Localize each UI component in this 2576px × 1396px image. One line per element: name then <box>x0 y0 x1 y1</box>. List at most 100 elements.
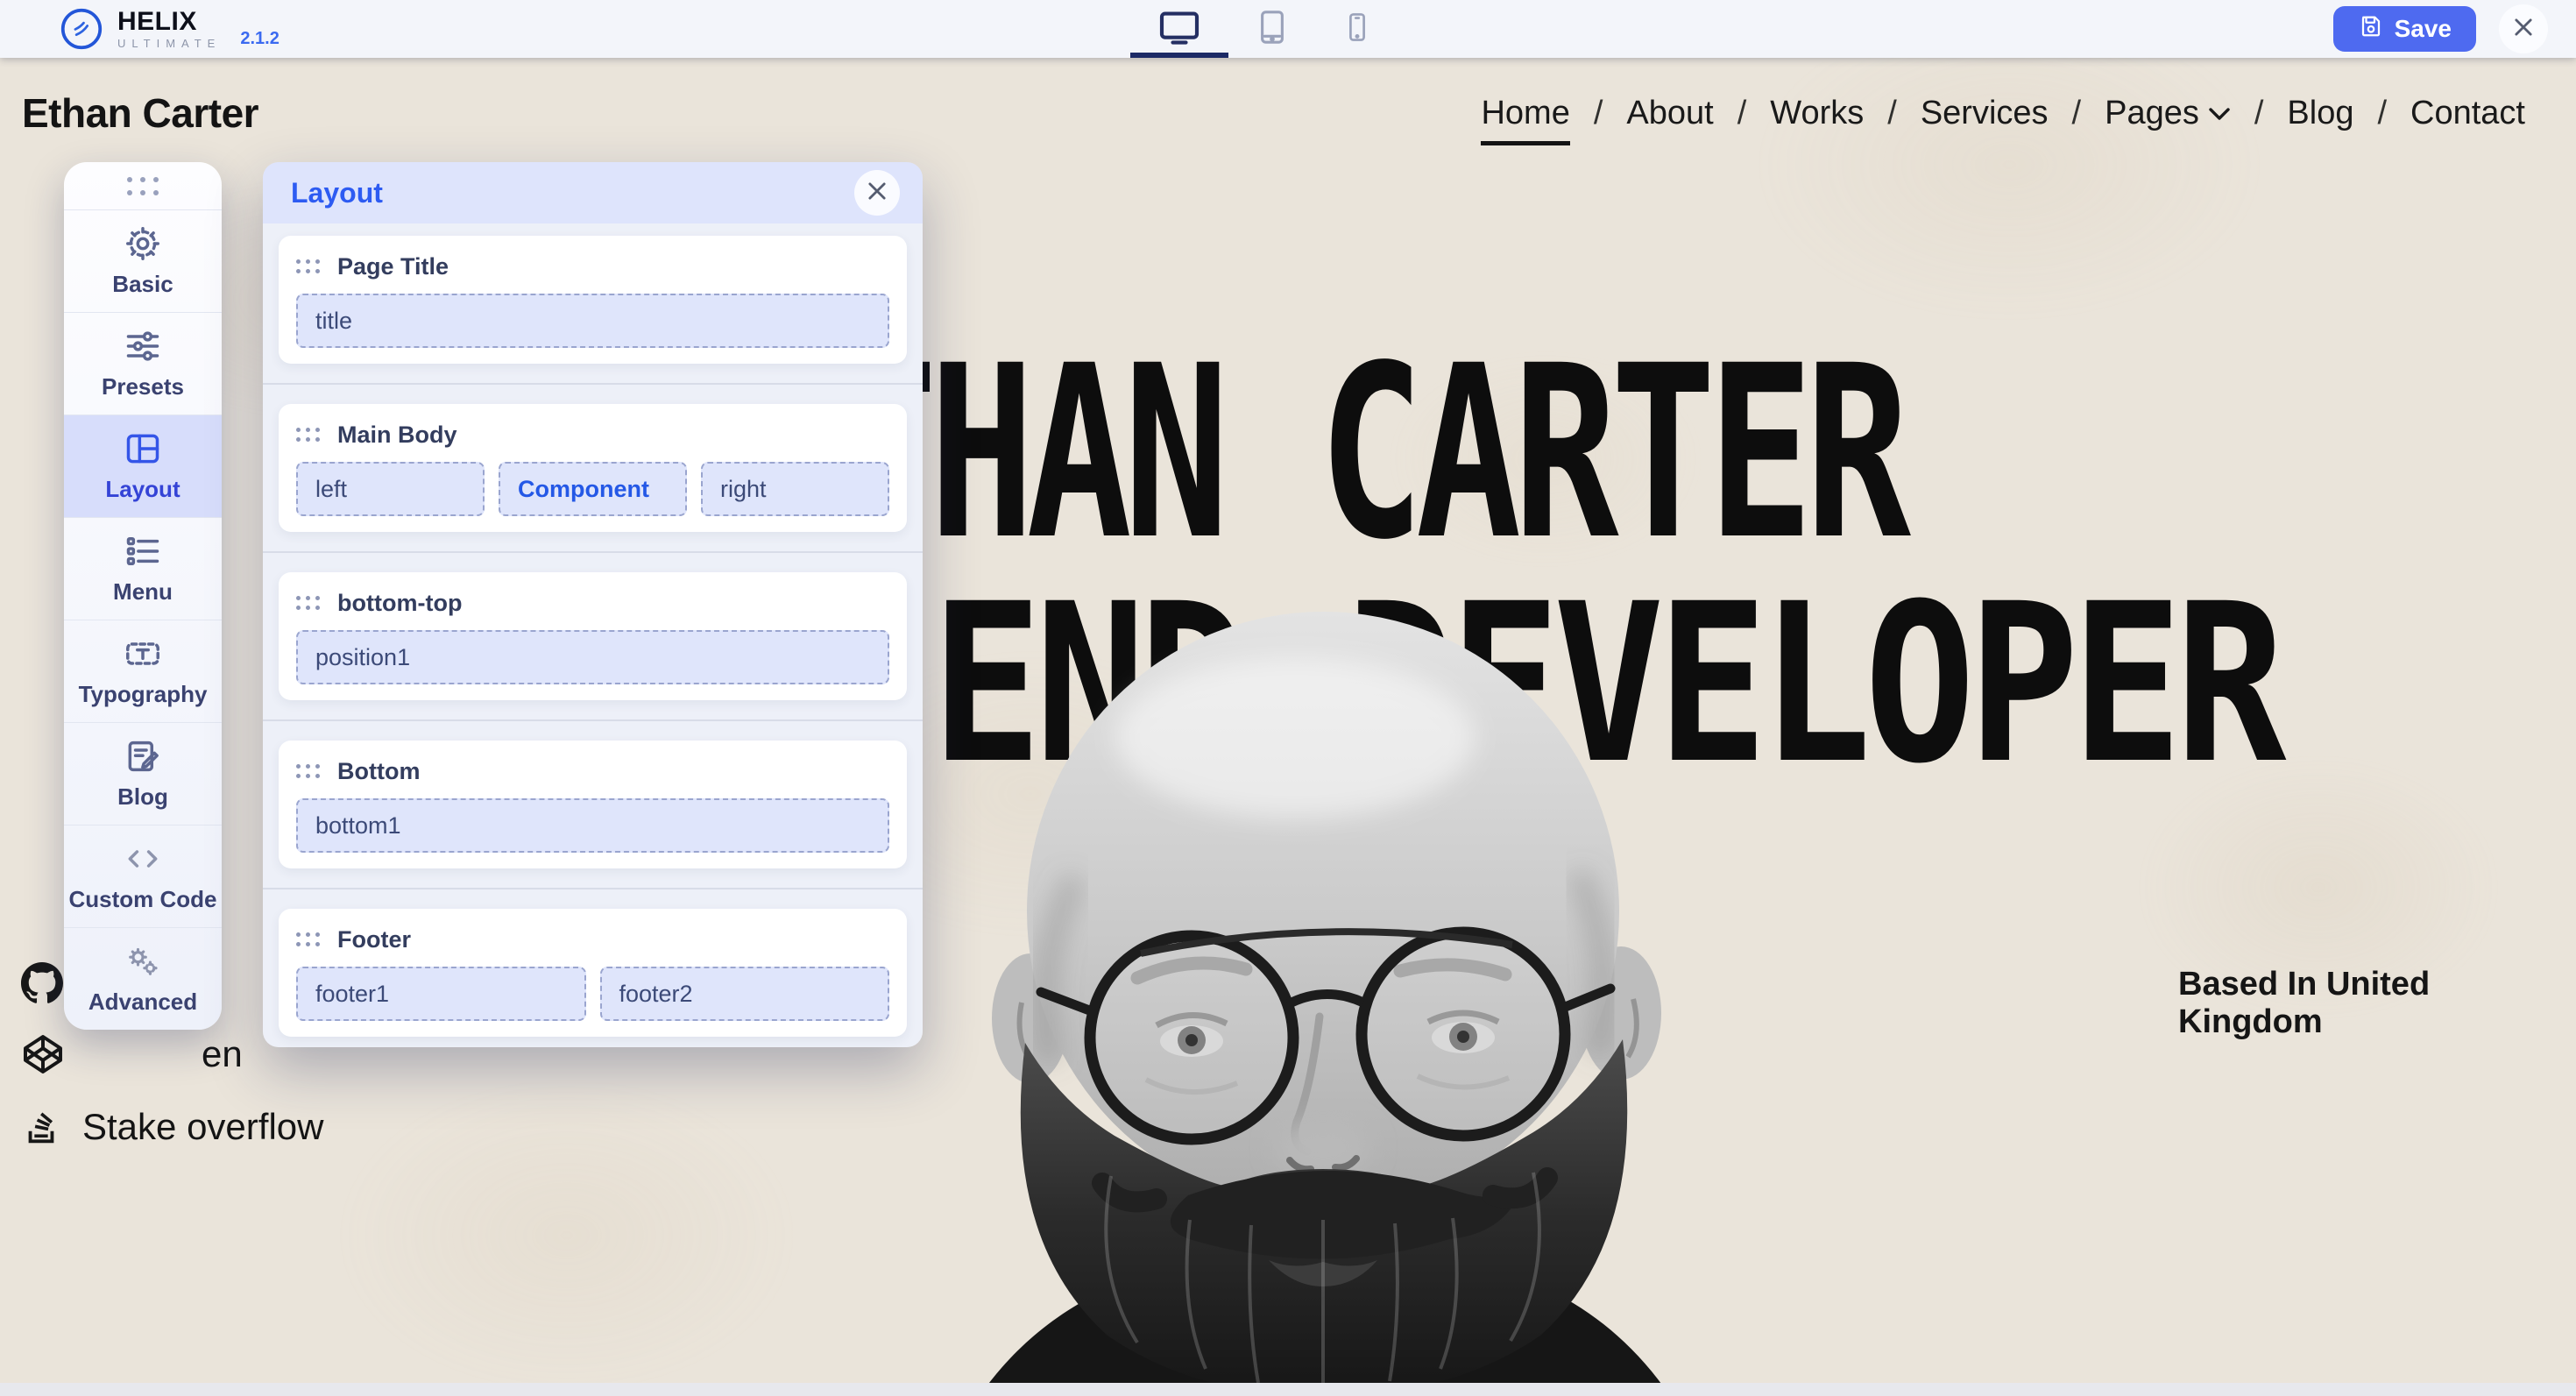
nav-item-works[interactable]: Works <box>1770 95 1864 141</box>
nav-item-label: Home <box>1481 95 1569 132</box>
sidebar-item-label: Presets <box>102 373 184 400</box>
typography-icon <box>124 634 162 673</box>
location-text: Based In United Kingdom <box>2178 966 2576 1041</box>
brand-version: 2.1.2 <box>240 29 279 49</box>
row-drag-handle[interactable] <box>296 764 320 778</box>
layout-row-footer: Footer footer1 footer2 <box>279 909 907 1037</box>
row-drag-handle[interactable] <box>296 428 320 442</box>
position-label: left <box>315 476 347 503</box>
sidebar-item-blog[interactable]: Blog <box>64 722 222 825</box>
nav-separator: / <box>2072 95 2082 132</box>
sidebar-drag-handle[interactable] <box>64 162 222 209</box>
save-button-label: Save <box>2395 15 2452 43</box>
row-drag-handle[interactable] <box>296 932 320 946</box>
position-box-title[interactable]: title <box>296 294 889 348</box>
site-nav: Home / About / Works / Services / Pages … <box>1481 95 2525 145</box>
close-editor-button[interactable] <box>2499 4 2548 53</box>
brand-subtitle: ULTIMATE <box>117 38 221 49</box>
row-drag-handle[interactable] <box>296 259 320 273</box>
menu-list-icon <box>124 532 162 570</box>
position-label: footer2 <box>619 981 693 1008</box>
layout-panel-header: Layout <box>263 162 923 223</box>
position-box-footer2[interactable]: footer2 <box>600 967 890 1021</box>
layout-panel-body: Page Title title Main Body left Componen… <box>263 223 923 1047</box>
nav-item-home[interactable]: Home <box>1481 95 1569 145</box>
sidebar-item-typography[interactable]: Typography <box>64 620 222 722</box>
row-name: Bottom <box>337 758 420 785</box>
site-logo-text[interactable]: Ethan Carter <box>22 89 258 137</box>
nav-item-label: Blog <box>2287 95 2353 132</box>
sidebar-item-label: Blog <box>117 783 168 811</box>
row-divider <box>263 719 923 721</box>
sidebar-item-layout[interactable]: Layout <box>64 415 222 517</box>
position-box-component[interactable]: Component <box>499 462 687 516</box>
device-button-desktop[interactable] <box>1155 0 1204 58</box>
row-drag-handle[interactable] <box>296 596 320 610</box>
topbar: HELIX ULTIMATE 2.1.2 Save <box>0 0 2576 58</box>
sliders-icon <box>124 327 162 365</box>
nav-item-label: Pages <box>2105 95 2199 132</box>
position-box-right[interactable]: right <box>701 462 889 516</box>
codepen-icon <box>21 1032 65 1076</box>
device-button-tablet[interactable] <box>1253 0 1292 58</box>
row-name: Footer <box>337 926 411 953</box>
social-label: Stake overflow <box>82 1106 323 1148</box>
nav-item-blog[interactable]: Blog <box>2287 95 2353 141</box>
close-icon <box>2511 15 2536 44</box>
blog-icon <box>124 737 162 776</box>
brand: HELIX ULTIMATE 2.1.2 <box>60 7 280 51</box>
social-link-stackoverflow[interactable]: Stake overflow <box>21 1106 323 1148</box>
position-label: bottom1 <box>315 812 401 840</box>
nav-separator: / <box>1737 95 1747 132</box>
position-box-bottom1[interactable]: bottom1 <box>296 798 889 853</box>
preview-bottom-edge <box>0 1383 2576 1396</box>
sidebar-item-presets[interactable]: Presets <box>64 312 222 415</box>
layout-icon <box>124 429 162 468</box>
position-label: position1 <box>315 644 410 671</box>
close-icon <box>865 179 889 208</box>
sidebar-item-advanced[interactable]: Advanced <box>64 927 222 1030</box>
save-button[interactable]: Save <box>2333 6 2476 52</box>
code-icon <box>124 840 162 878</box>
social-link-codepen[interactable]: en <box>21 1032 243 1076</box>
nav-separator: / <box>2254 95 2264 132</box>
gears-icon <box>124 942 162 981</box>
sidebar-item-basic[interactable]: Basic <box>64 209 222 312</box>
save-icon <box>2358 13 2384 46</box>
position-box-left[interactable]: left <box>296 462 485 516</box>
position-box-position1[interactable]: position1 <box>296 630 889 684</box>
sidebar-item-custom-code[interactable]: Custom Code <box>64 825 222 927</box>
device-preview-switcher <box>1155 0 1374 58</box>
editor-sidebar: Basic Presets Layout Menu Typography Blo… <box>64 162 222 1030</box>
sidebar-item-label: Basic <box>112 271 173 298</box>
nav-item-label: Works <box>1770 95 1864 132</box>
nav-item-about[interactable]: About <box>1626 95 1713 141</box>
nav-separator: / <box>2377 95 2387 132</box>
nav-item-services[interactable]: Services <box>1921 95 2049 141</box>
sidebar-item-label: Menu <box>113 578 173 606</box>
row-name: Main Body <box>337 422 457 449</box>
position-label: right <box>720 476 767 503</box>
sidebar-item-menu[interactable]: Menu <box>64 517 222 620</box>
position-box-footer1[interactable]: footer1 <box>296 967 586 1021</box>
layout-panel-title: Layout <box>291 177 383 209</box>
helix-logo-icon <box>60 7 103 51</box>
nav-item-pages[interactable]: Pages <box>2105 95 2231 141</box>
portrait-photo <box>927 606 1720 1396</box>
nav-separator: / <box>1594 95 1603 132</box>
layout-panel: Layout Page Title title Main Body <box>263 162 923 1047</box>
layout-row-main-body: Main Body left Component right <box>279 404 907 532</box>
social-label: en <box>202 1033 243 1075</box>
row-name: Page Title <box>337 253 449 280</box>
nav-item-contact[interactable]: Contact <box>2410 95 2525 141</box>
drag-dots-icon <box>127 177 159 195</box>
github-icon <box>21 962 63 1004</box>
position-label: footer1 <box>315 981 389 1008</box>
brand-name: HELIX <box>117 9 221 35</box>
nav-item-label: Services <box>1921 95 2049 132</box>
device-button-phone[interactable] <box>1341 0 1374 58</box>
layout-panel-close-button[interactable] <box>854 170 900 216</box>
desktop-icon <box>1155 5 1204 53</box>
sidebar-item-label: Advanced <box>88 989 197 1016</box>
position-label: Component <box>518 476 649 503</box>
